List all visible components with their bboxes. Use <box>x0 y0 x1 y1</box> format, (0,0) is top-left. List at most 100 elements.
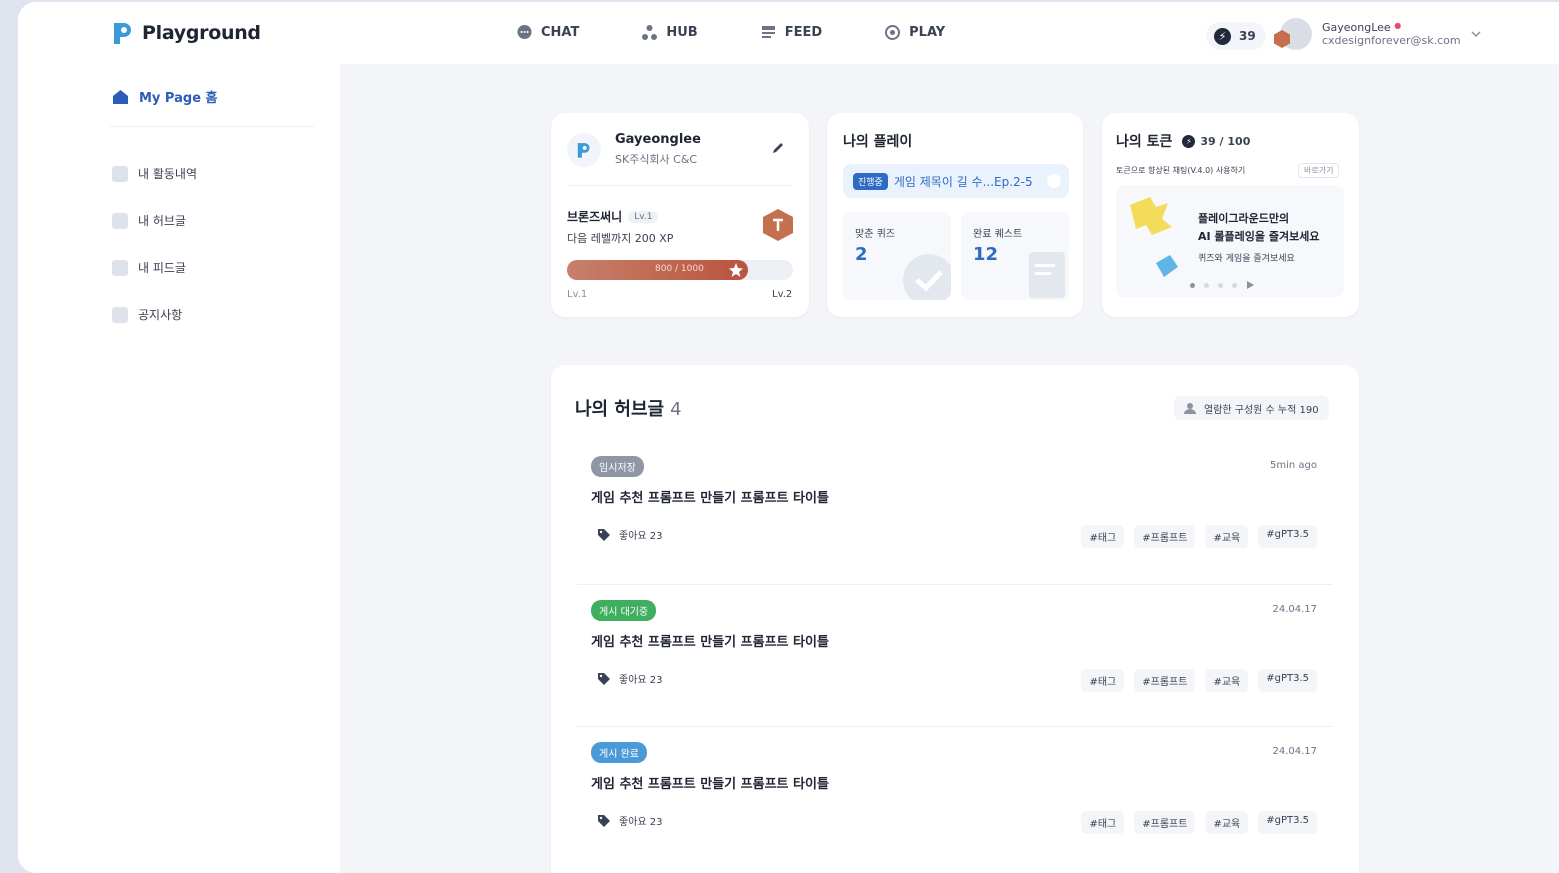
sidebar-item-label: 내 피드글 <box>138 261 186 275</box>
now-playing-banner[interactable]: 진행중 게임 제목이 길 수...Ep.2-5 <box>843 164 1069 198</box>
bronze-medal-icon <box>763 209 793 241</box>
post-title: 게임 추천 프롬프트 만들기 프롬프트 타이틀 <box>591 491 829 506</box>
status-badge: 게시 완료 <box>591 742 647 763</box>
carousel-dot[interactable] <box>1190 282 1195 288</box>
tag-icon <box>598 528 610 541</box>
grade-name: 브론즈써니 <box>567 210 623 224</box>
tag[interactable]: #교육 <box>1205 525 1249 548</box>
nav-chat[interactable]: CHAT <box>516 24 579 41</box>
edit-icon[interactable] <box>771 141 785 155</box>
status-badge: 진행중 <box>853 172 888 190</box>
user-name: GayeongLee <box>1322 21 1391 34</box>
next-level-text: 다음 레벨까지 200 XP <box>567 232 674 245</box>
sidebar-item-notices[interactable]: 공지사항 <box>112 291 197 338</box>
nav-play[interactable]: PLAY <box>884 24 945 41</box>
chat-icon <box>517 25 532 39</box>
sidebar-item-activity[interactable]: 내 활동내역 <box>112 150 197 197</box>
hub-posts-card: 나의 허브글 4 열람한 구성원 수 누적 190 임시저장 5min ago 게… <box>551 365 1359 873</box>
stat-label: 완료 퀘스트 <box>973 229 1023 240</box>
carousel-dots[interactable] <box>1190 281 1254 289</box>
stat-value: 2 <box>855 244 868 265</box>
token-count-value: 39 / 100 <box>1200 134 1251 148</box>
star-icon <box>729 263 743 277</box>
tag[interactable]: #교육 <box>1205 669 1249 692</box>
sidebar-divider <box>110 126 314 127</box>
tag[interactable]: #프롬프트 <box>1134 669 1196 692</box>
play-icon <box>885 25 901 40</box>
token-title: 나의 토큰 <box>1116 134 1173 150</box>
stat-value: 12 <box>973 244 999 265</box>
like-count: 좋아요 23 <box>597 527 663 542</box>
hub-title: 나의 허브글 4 <box>575 395 682 421</box>
level-to: Lv.2 <box>772 289 793 300</box>
promo-banner[interactable]: 플레이그라운드만의 AI 롤플레잉을 즐겨보세요 퀴즈와 게임을 즐겨보세요 <box>1116 185 1344 297</box>
hub-title-text: 나의 허브글 <box>575 399 665 420</box>
main-nav: CHAT HUB FEED PLAY <box>516 24 1007 41</box>
check-icon <box>903 254 951 300</box>
carousel-dot[interactable] <box>1232 282 1237 288</box>
viewer-count-text: 열람한 구성원 수 누적 190 <box>1204 404 1319 416</box>
like-count: 좋아요 23 <box>597 671 663 686</box>
nav-hub[interactable]: HUB <box>641 24 698 41</box>
banner-line-3: 퀴즈와 게임을 즐겨보세요 <box>1198 254 1295 264</box>
banner-line-2: AI 롤플레잉을 즐겨보세요 <box>1198 230 1320 243</box>
sidebar-item-hub-posts[interactable]: 내 허브글 <box>112 197 197 244</box>
document-icon <box>1029 252 1065 298</box>
play-title: 나의 플레이 <box>843 134 913 150</box>
list-item[interactable]: 임시저장 5min ago 게임 추천 프롬프트 만들기 프롬프트 타이틀 좋아… <box>577 441 1333 569</box>
tag-icon <box>598 672 610 685</box>
tag[interactable]: #프롬프트 <box>1134 811 1196 834</box>
chevron-down-icon[interactable] <box>1470 28 1482 40</box>
token-balance[interactable]: ⚡ 39 <box>1206 22 1266 50</box>
xp-progress-text: 800 / 1000 <box>655 264 704 274</box>
banner-line-1: 플레이그라운드만의 <box>1198 212 1290 225</box>
list-item[interactable]: 게시 대기중 24.04.17 게임 추천 프롬프트 만들기 프롬프트 타이틀 … <box>577 584 1333 712</box>
logo[interactable]: Playground <box>110 20 261 46</box>
profile-avatar <box>567 133 601 167</box>
like-count: 좋아요 23 <box>597 813 663 828</box>
profile-name: Gayeonglee <box>615 132 701 147</box>
tag[interactable]: #gPT3.5 <box>1258 669 1317 692</box>
tag[interactable]: #gPT3.5 <box>1258 811 1317 834</box>
feed-icon <box>761 26 775 38</box>
token-card: 나의 토큰 ⚡ 39 / 100 토큰으로 향상된 채팅(V.4.0) 사용하기… <box>1102 113 1359 317</box>
app-window: Playground CHAT HUB FEED PLAY ⚡ 39 Gayeo… <box>18 2 1559 873</box>
play-arrow-icon[interactable] <box>1246 281 1254 289</box>
token-count: ⚡ 39 / 100 <box>1182 134 1251 148</box>
profile-org: SK주식회사 C&C <box>615 153 698 166</box>
tag[interactable]: #태그 <box>1081 669 1125 692</box>
post-time: 5min ago <box>1270 460 1317 471</box>
carousel-dot[interactable] <box>1218 282 1223 288</box>
tag[interactable]: #태그 <box>1081 525 1125 548</box>
list-item[interactable]: 게시 완료 24.04.17 게임 추천 프롬프트 만들기 프롬프트 타이틀 좋… <box>577 726 1333 854</box>
tag[interactable]: #프롬프트 <box>1134 525 1196 548</box>
sidebar-item-home[interactable]: My Page 홈 <box>112 87 218 106</box>
stat-quiz[interactable]: 맞춘 퀴즈 2 <box>843 212 951 300</box>
like-text: 좋아요 23 <box>619 531 663 542</box>
shortcut-button[interactable]: 바로가기 <box>1298 163 1340 178</box>
tag-icon <box>598 814 610 827</box>
tag[interactable]: #태그 <box>1081 811 1125 834</box>
avatar <box>1274 18 1312 50</box>
app-name: Playground <box>142 22 261 44</box>
level-from: Lv.1 <box>567 289 588 300</box>
play-card: 나의 플레이 진행중 게임 제목이 길 수...Ep.2-5 맞춘 퀴즈 2 완… <box>827 113 1083 317</box>
tag[interactable]: #교육 <box>1205 811 1249 834</box>
tag-list: #태그 #프롬프트 #교육 #gPT3.5 <box>1081 811 1317 834</box>
hub-posts-icon <box>112 212 128 229</box>
tag[interactable]: #gPT3.5 <box>1258 525 1317 548</box>
stat-quest[interactable]: 완료 퀘스트 12 <box>961 212 1069 300</box>
feed-posts-icon <box>112 259 128 276</box>
token-description: 토큰으로 향상된 채팅(V.4.0) 사용하기 <box>1116 166 1246 175</box>
post-title: 게임 추천 프롬프트 만들기 프롬프트 타이틀 <box>591 777 829 792</box>
sidebar-item-feed-posts[interactable]: 내 피드글 <box>112 244 197 291</box>
sidebar-item-label: 내 활동내역 <box>138 167 198 181</box>
user-menu[interactable]: GayeongLee ● cxdesignforever@sk.com <box>1274 18 1461 50</box>
now-playing-title: 게임 제목이 길 수...Ep.2-5 <box>893 174 1033 189</box>
sidebar-home-label: My Page 홈 <box>139 91 218 106</box>
carousel-dot[interactable] <box>1204 282 1209 288</box>
token-card-header: 나의 토큰 ⚡ 39 / 100 <box>1116 131 1250 151</box>
like-text: 좋아요 23 <box>619 675 663 686</box>
notification-dot: ● <box>1394 21 1402 30</box>
nav-feed[interactable]: FEED <box>760 24 822 41</box>
